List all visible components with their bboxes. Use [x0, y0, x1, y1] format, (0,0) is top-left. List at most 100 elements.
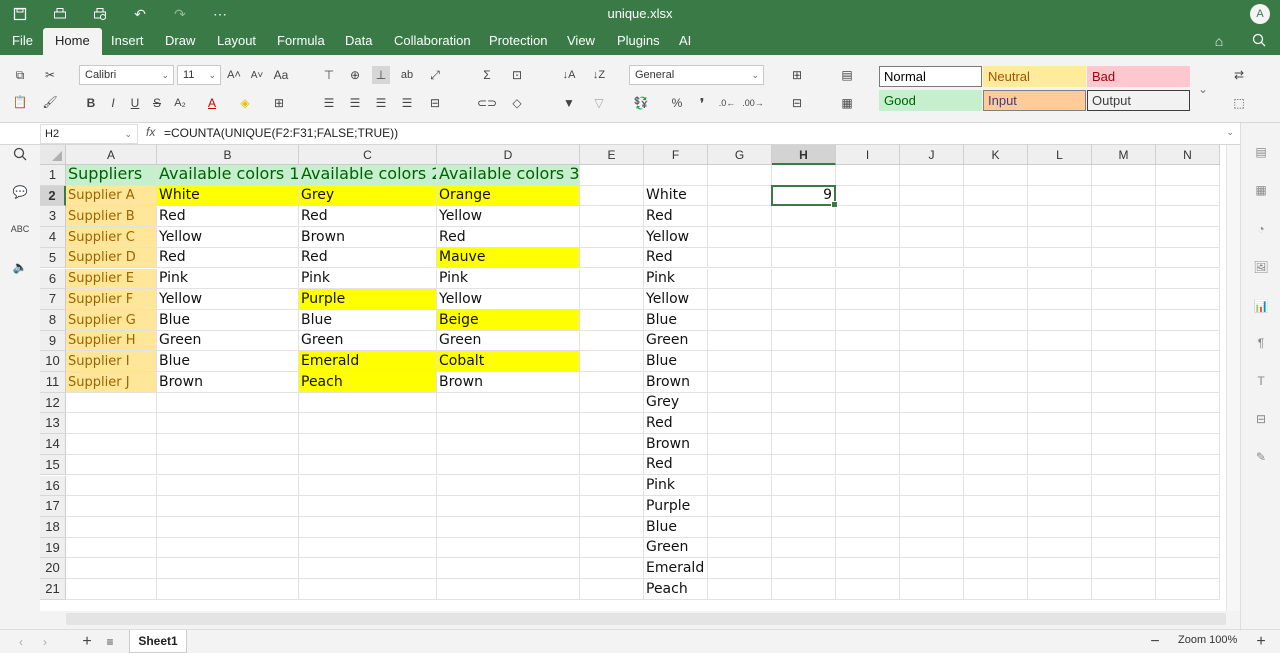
align-center-icon[interactable]: ☰	[346, 94, 364, 112]
cell-f6[interactable]: Pink	[644, 268, 708, 290]
text-art-settings-icon[interactable]: T	[1252, 372, 1270, 390]
cell-a19[interactable]	[66, 537, 157, 559]
cell-b18[interactable]	[157, 516, 299, 538]
cell-g11[interactable]	[708, 372, 772, 393]
cell-i9[interactable]	[836, 330, 900, 352]
cell-n15[interactable]	[1156, 454, 1220, 476]
cell-j7[interactable]	[900, 289, 964, 310]
column-header-l[interactable]: L	[1028, 145, 1092, 165]
cell-i16[interactable]	[836, 475, 900, 497]
sheet-list-icon[interactable]: ≡	[101, 633, 119, 651]
cell-e14[interactable]	[580, 434, 644, 455]
cell-c12[interactable]	[299, 392, 437, 414]
cell-g21[interactable]	[708, 579, 772, 600]
name-box[interactable]: H2 ⌄	[40, 124, 138, 144]
cell-f18[interactable]: Blue	[644, 516, 708, 538]
fill-color-icon[interactable]: ◈	[236, 94, 254, 112]
cell-m20[interactable]	[1092, 558, 1156, 579]
delete-cells-icon[interactable]: ⊟	[788, 94, 806, 112]
cell-c21[interactable]	[299, 579, 437, 600]
column-header-n[interactable]: N	[1156, 145, 1220, 165]
cell-b21[interactable]	[157, 579, 299, 600]
cell-c15[interactable]	[299, 454, 437, 476]
cell-k11[interactable]	[964, 372, 1028, 393]
cell-c10[interactable]: Emerald	[299, 351, 437, 372]
cell-h21[interactable]	[772, 579, 836, 600]
cell-a4[interactable]: Supplier C	[66, 227, 157, 248]
avatar[interactable]: A	[1250, 4, 1270, 24]
column-header-a[interactable]: A	[66, 145, 157, 165]
cell-l15[interactable]	[1028, 454, 1092, 476]
row-header[interactable]: 7	[40, 289, 66, 310]
add-sheet-icon[interactable]: +	[78, 633, 96, 651]
cell-g4[interactable]	[708, 227, 772, 248]
cell-d12[interactable]	[437, 392, 580, 414]
format-as-table-icon[interactable]: ▦	[838, 94, 856, 112]
image-settings-icon[interactable]: 🖼	[1252, 258, 1270, 276]
cell-style-normal[interactable]: Normal	[879, 66, 982, 87]
cell-c19[interactable]	[299, 537, 437, 559]
cell-m4[interactable]	[1092, 227, 1156, 248]
chevron-down-icon[interactable]: ⌄	[1226, 127, 1234, 138]
next-sheet-icon[interactable]: ›	[36, 633, 54, 651]
cell-m9[interactable]	[1092, 330, 1156, 352]
underline-icon[interactable]: U	[126, 94, 144, 112]
cell-settings-icon[interactable]: ▤	[1252, 143, 1270, 161]
cell-d1[interactable]: Available colors 3	[437, 165, 580, 186]
cell-j14[interactable]	[900, 434, 964, 455]
cell-d8[interactable]: Beige	[437, 309, 580, 331]
cell-h16[interactable]	[772, 475, 836, 497]
cell-d19[interactable]	[437, 537, 580, 559]
percent-icon[interactable]: %	[668, 94, 686, 112]
cell-n16[interactable]	[1156, 475, 1220, 497]
column-header-m[interactable]: M	[1092, 145, 1156, 165]
cell-d16[interactable]	[437, 475, 580, 497]
cell-l18[interactable]	[1028, 516, 1092, 538]
filter-icon[interactable]: ▼	[560, 94, 578, 112]
cell-style-output[interactable]: Output	[1087, 90, 1190, 111]
cell-i13[interactable]	[836, 413, 900, 435]
cell-i14[interactable]	[836, 434, 900, 455]
pivot-settings-icon[interactable]: ⊟	[1252, 410, 1270, 428]
cell-a18[interactable]	[66, 516, 157, 538]
cell-d11[interactable]: Brown	[437, 372, 580, 393]
cell-n5[interactable]	[1156, 247, 1220, 269]
cell-g5[interactable]	[708, 247, 772, 269]
cell-m17[interactable]	[1092, 496, 1156, 517]
cell-k8[interactable]	[964, 309, 1028, 331]
cell-e10[interactable]	[580, 351, 644, 372]
table-settings-icon[interactable]: ▦	[1252, 181, 1270, 199]
cell-m2[interactable]	[1092, 185, 1156, 207]
cell-n17[interactable]	[1156, 496, 1220, 517]
row-header[interactable]: 2	[40, 185, 66, 207]
cell-n6[interactable]	[1156, 268, 1220, 290]
cell-f8[interactable]: Blue	[644, 309, 708, 331]
row-header[interactable]: 4	[40, 227, 66, 248]
cell-n13[interactable]	[1156, 413, 1220, 435]
row-header[interactable]: 15	[40, 454, 66, 476]
cell-a8[interactable]: Supplier G	[66, 309, 157, 331]
spreadsheet-grid[interactable]: A B C D E F G H I J K L M N 1 Suppliers Available colors…	[40, 145, 1240, 629]
cell-e9[interactable]	[580, 330, 644, 352]
cell-a17[interactable]	[66, 496, 157, 517]
cell-b3[interactable]: Red	[157, 206, 299, 228]
cell-k3[interactable]	[964, 206, 1028, 228]
cell-a13[interactable]	[66, 413, 157, 435]
cell-b12[interactable]	[157, 392, 299, 414]
cell-j5[interactable]	[900, 247, 964, 269]
cell-j20[interactable]	[900, 558, 964, 579]
row-header[interactable]: 8	[40, 309, 66, 331]
cell-a12[interactable]	[66, 392, 157, 414]
sheet-tab[interactable]: Sheet1	[129, 630, 187, 653]
cell-h11[interactable]	[772, 372, 836, 393]
cell-b2[interactable]: White	[157, 185, 299, 207]
cell-k12[interactable]	[964, 392, 1028, 414]
cell-l14[interactable]	[1028, 434, 1092, 455]
cell-i4[interactable]	[836, 227, 900, 248]
cell-k15[interactable]	[964, 454, 1028, 476]
chart-settings-icon[interactable]: 📊	[1252, 297, 1270, 315]
cell-c1[interactable]: Available colors 2	[299, 165, 437, 186]
cell-c3[interactable]: Red	[299, 206, 437, 228]
cell-a14[interactable]	[66, 434, 157, 455]
row-header[interactable]: 12	[40, 392, 66, 414]
